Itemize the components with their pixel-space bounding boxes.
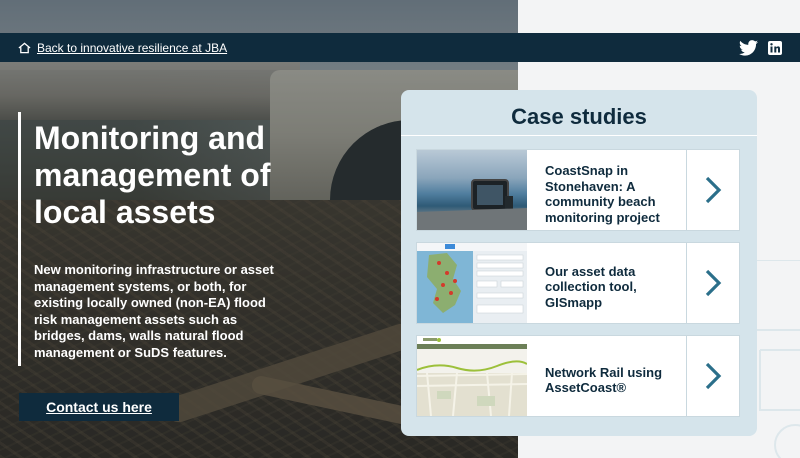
hero-description: New monitoring infrastructure or asset m… [34, 262, 274, 360]
home-icon[interactable] [18, 42, 31, 54]
case-study-label[interactable]: Our asset data collection tool, GISmapp [527, 243, 686, 323]
case-studies-title: Case studies [511, 104, 647, 129]
gismapp-thumbnail [417, 243, 527, 323]
coastsnap-thumbnail [417, 150, 527, 230]
case-studies-panel: Case studies CoastSnap in Stonehaven: A … [401, 90, 757, 436]
assetcoast-thumbnail [417, 336, 527, 416]
social-links [739, 39, 782, 56]
twitter-icon[interactable] [739, 39, 758, 56]
case-study-label[interactable]: Network Rail using AssetCoast® [527, 336, 686, 416]
case-study-card-gismapp[interactable]: Our asset data collection tool, GISmapp [417, 243, 739, 323]
case-study-card-assetcoast[interactable]: Network Rail using AssetCoast® [417, 336, 739, 416]
card-arrow[interactable] [686, 336, 739, 416]
chevron-right-icon[interactable] [704, 361, 722, 391]
chevron-right-icon[interactable] [704, 175, 722, 205]
case-study-label[interactable]: CoastSnap in Stonehaven: A community bea… [527, 150, 686, 230]
card-arrow[interactable] [686, 150, 739, 230]
back-link[interactable]: Back to innovative resilience at JBA [37, 41, 227, 55]
case-study-card-coastsnap[interactable]: CoastSnap in Stonehaven: A community bea… [417, 150, 739, 230]
panel-divider [401, 135, 757, 136]
chevron-right-icon[interactable] [704, 268, 722, 298]
hero-accent-bar [18, 112, 21, 366]
page-title: Monitoring and management of local asset… [34, 120, 271, 230]
contact-us-button[interactable]: Contact us here [19, 393, 179, 421]
card-arrow[interactable] [686, 243, 739, 323]
top-nav-bar: Back to innovative resilience at JBA [0, 33, 800, 62]
linkedin-icon[interactable] [768, 40, 782, 55]
